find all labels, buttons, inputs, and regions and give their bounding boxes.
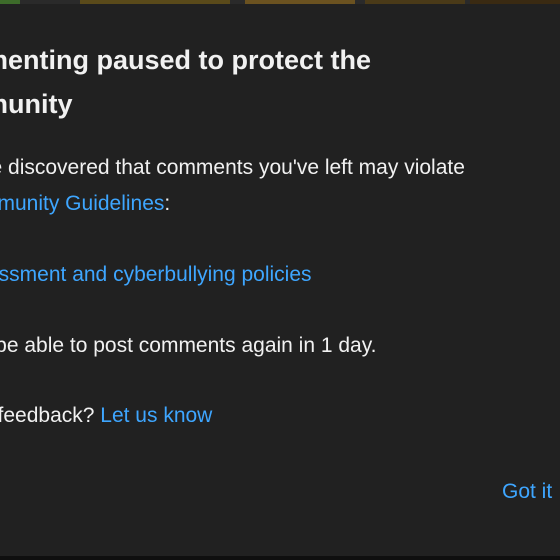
resume-message-text: ll be able to post comments again in 1 d…: [0, 334, 377, 357]
page-bottom-edge: [0, 556, 560, 560]
dialog-title-line-1: mmenting paused to protect the: [0, 45, 372, 75]
resume-message: ll be able to post comments again in 1 d…: [0, 332, 377, 360]
harassment-policy-link[interactable]: rassment and cyberbullying policies: [0, 263, 312, 286]
let-us-know-link[interactable]: Let us know: [100, 404, 212, 427]
policy-line: rassment and cyberbullying policies: [0, 261, 312, 289]
violation-message-text: ve discovered that comments you've left …: [0, 156, 465, 179]
guidelines-line: mmunity Guidelines:: [0, 190, 170, 218]
comments-paused-dialog: mmenting paused to protect the mmunity v…: [0, 4, 560, 556]
dialog-title: mmenting paused to protect the mmunity: [0, 38, 500, 126]
got-it-button[interactable]: Got it: [492, 476, 560, 508]
feedback-line: e feedback? Let us know: [0, 402, 212, 430]
violation-message: ve discovered that comments you've left …: [0, 154, 465, 182]
feedback-prompt: e feedback?: [0, 404, 95, 427]
community-guidelines-link[interactable]: mmunity Guidelines: [0, 192, 164, 215]
guidelines-colon: :: [164, 192, 171, 215]
dialog-title-line-2: mmunity: [0, 89, 73, 119]
